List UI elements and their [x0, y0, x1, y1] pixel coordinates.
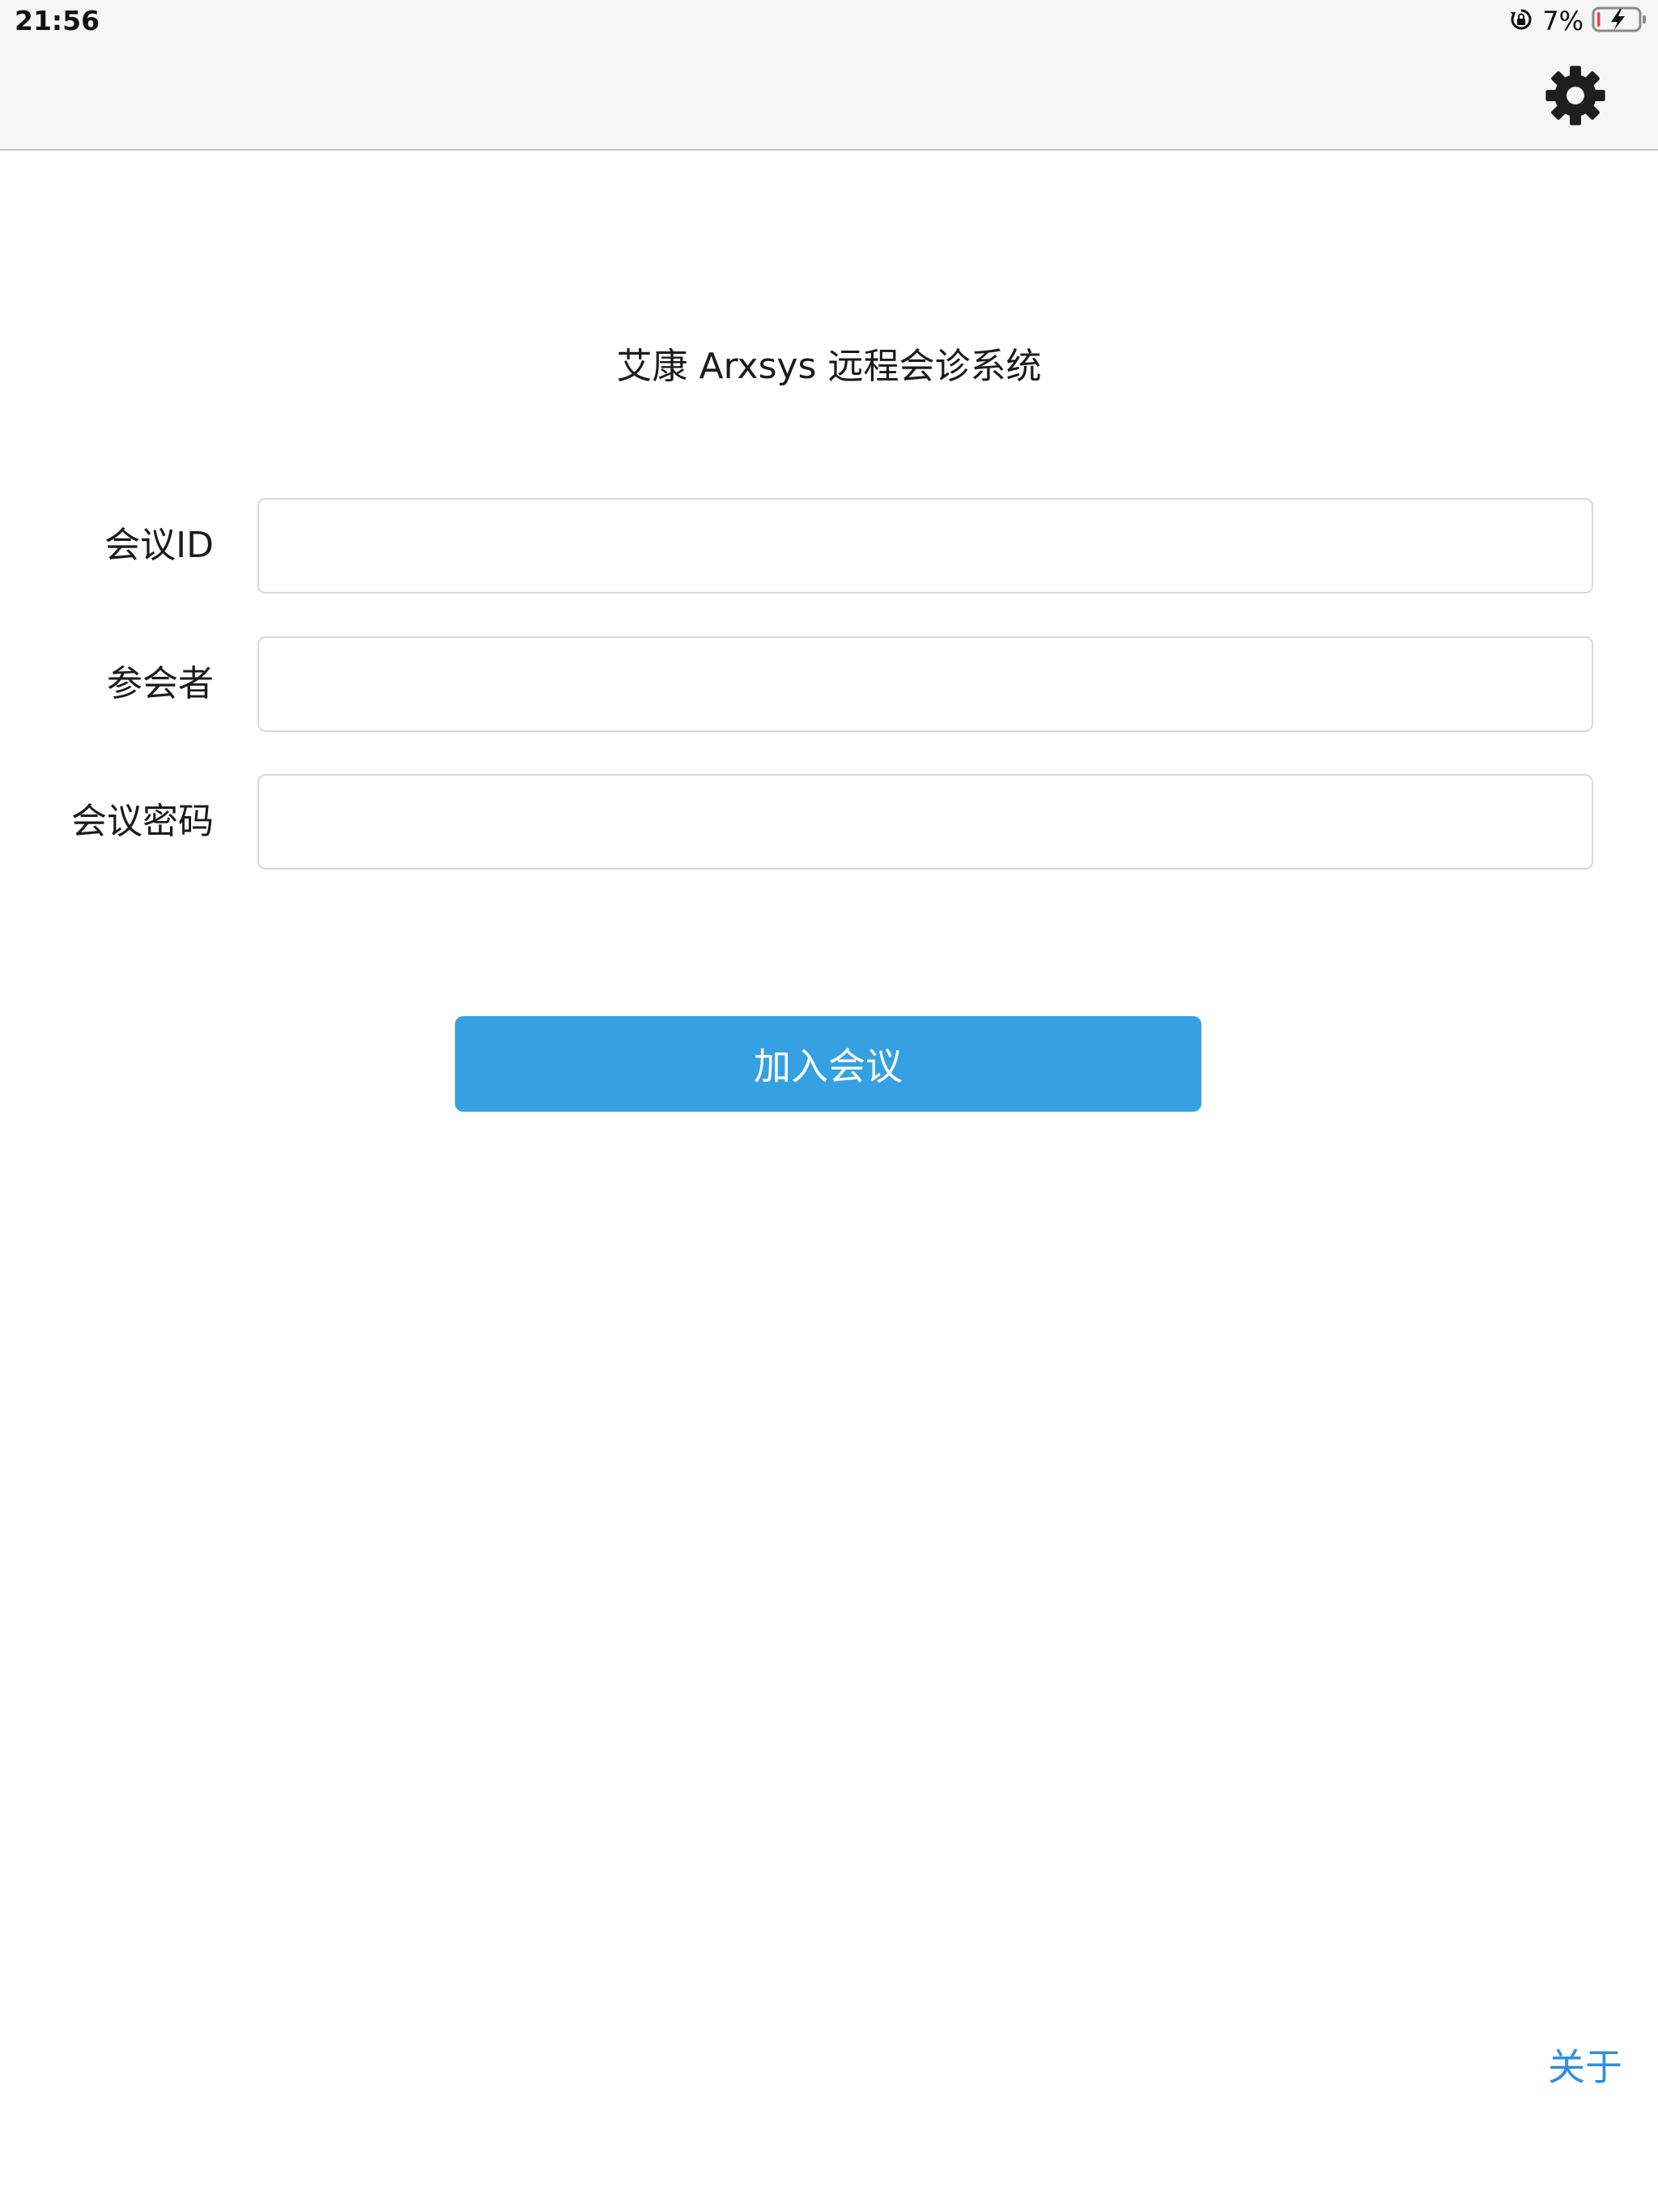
join-meeting-button[interactable]: 加入会议	[455, 1016, 1201, 1112]
password-input[interactable]	[257, 774, 1593, 870]
meeting-id-row: 会议ID	[0, 498, 1658, 593]
status-indicators: 7%	[1508, 6, 1648, 36]
gear-icon	[1544, 64, 1607, 130]
navigation-bar	[0, 42, 1658, 151]
battery-charging-icon	[1592, 5, 1648, 37]
about-link[interactable]: 关于	[1548, 2040, 1622, 2094]
status-time: 21:56	[15, 5, 100, 36]
participant-input[interactable]	[257, 636, 1593, 732]
meeting-id-label: 会议ID	[104, 525, 214, 566]
status-bar: 21:56 7%	[0, 0, 1658, 42]
meeting-id-input[interactable]	[257, 498, 1593, 593]
battery-percent: 7%	[1542, 6, 1584, 36]
rotation-lock-icon	[1508, 6, 1534, 36]
settings-button[interactable]	[1541, 63, 1609, 131]
participant-label: 参会者	[107, 663, 214, 704]
participant-row: 参会者	[0, 636, 1658, 732]
password-row: 会议密码	[0, 774, 1658, 870]
app-title: 艾康 Arxsys 远程会诊系统	[616, 346, 1042, 387]
password-label: 会议密码	[71, 801, 214, 842]
